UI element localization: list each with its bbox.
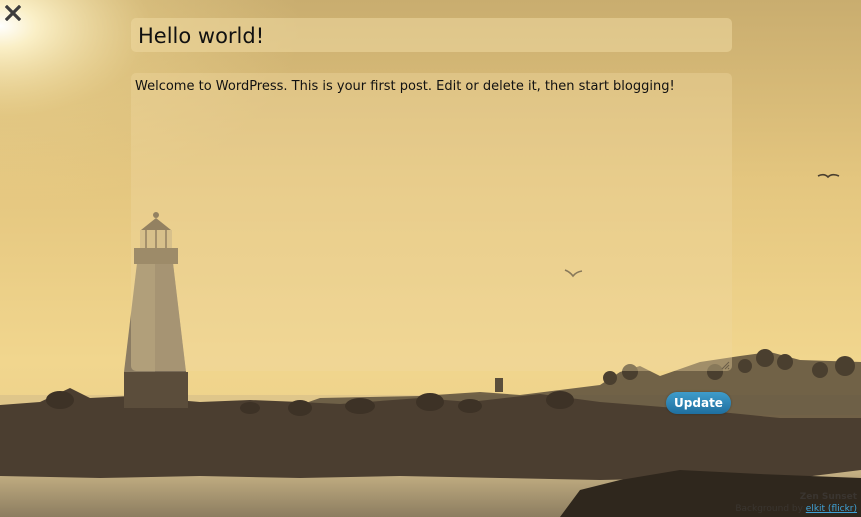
close-button[interactable]: [2, 2, 24, 24]
background-credit-line: Background by elkit (flickr): [735, 503, 857, 515]
background-credit: Zen Sunset Background by elkit (flickr): [735, 491, 857, 515]
close-icon: [5, 5, 21, 21]
post-content-textarea[interactable]: Welcome to WordPress. This is your first…: [131, 73, 732, 371]
update-button[interactable]: Update: [666, 392, 731, 414]
background-credit-author-link[interactable]: elkit (flickr): [806, 504, 857, 514]
background-credit-prefix: Background by: [735, 504, 806, 514]
background-credit-title: Zen Sunset: [799, 492, 857, 502]
post-title-input[interactable]: [131, 18, 732, 52]
